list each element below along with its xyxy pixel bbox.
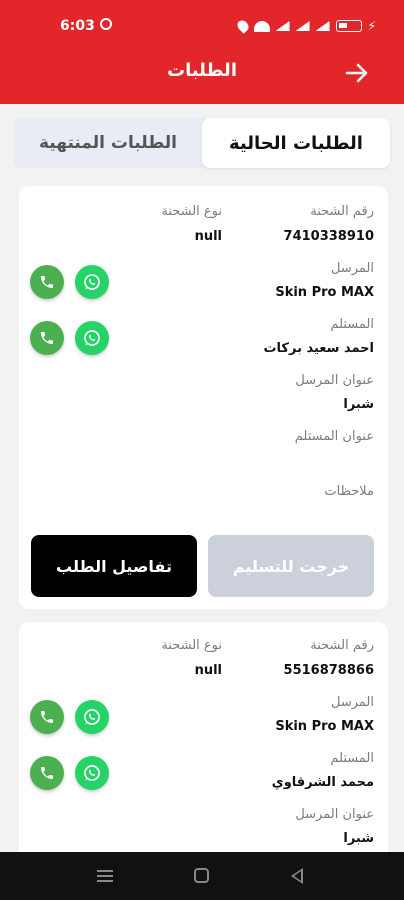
call-recipient-button[interactable] <box>30 321 64 355</box>
sender-name: Skin Pro MAX <box>275 719 374 734</box>
whatsapp-icon <box>84 765 100 781</box>
sender-address: شبرا <box>343 831 374 846</box>
shipment-number: 7410338910 <box>283 229 374 244</box>
status-icons: ⚡ <box>234 18 376 34</box>
app-header: 6:03 ⚡ الطلبات <box>0 0 404 104</box>
battery-icon <box>335 20 362 32</box>
sender-name: Skin Pro MAX <box>275 285 374 300</box>
settings-status-icon <box>100 18 112 30</box>
phone-icon <box>41 767 53 779</box>
system-nav-bar <box>0 852 404 900</box>
whatsapp-sender-button[interactable] <box>75 700 109 734</box>
location-icon <box>234 18 251 34</box>
whatsapp-recipient-button[interactable] <box>75 321 109 355</box>
sender-address: شبرا <box>343 397 374 412</box>
order-details-button[interactable]: تفاصيل الطلب <box>31 535 197 597</box>
orders-tabs: الطلبات الحالية الطلبات المنتهية <box>14 118 390 168</box>
order-card: رقم الشحنة نوع الشحنة 5516878866 null ال… <box>19 622 388 862</box>
sender-label: المرسل <box>331 261 374 276</box>
home-icon[interactable] <box>194 868 209 883</box>
call-recipient-button[interactable] <box>30 756 64 790</box>
phone-icon <box>41 332 53 344</box>
whatsapp-sender-button[interactable] <box>75 265 109 299</box>
signal-icon <box>275 21 290 31</box>
tab-current-orders[interactable]: الطلبات الحالية <box>202 118 390 168</box>
whatsapp-icon <box>84 274 100 290</box>
recipient-label: المستلم <box>330 751 374 766</box>
wifi-icon <box>253 20 270 32</box>
notes-label: ملاحظات <box>324 484 374 499</box>
shipment-type-label: نوع الشحنة <box>161 204 222 219</box>
out-for-delivery-button[interactable]: خرجت للتسليم <box>208 535 374 597</box>
status-bar: 6:03 ⚡ <box>0 0 404 50</box>
sender-address-label: عنوان المرسل <box>295 373 374 388</box>
recipient-address-label: عنوان المستلم <box>294 429 374 444</box>
shipment-number-label: رقم الشحنة <box>310 204 374 219</box>
phone-icon <box>41 276 53 288</box>
call-sender-button[interactable] <box>30 265 64 299</box>
status-time: 6:03 <box>60 18 95 34</box>
recipient-name: احمد سعيد بركات <box>263 341 374 356</box>
tab-finished-orders[interactable]: الطلبات المنتهية <box>14 118 202 168</box>
shipment-type: null <box>194 229 222 244</box>
recent-apps-icon[interactable] <box>97 870 113 882</box>
back-triangle-icon[interactable] <box>291 868 303 884</box>
order-card: رقم الشحنة نوع الشحنة 7410338910 null ال… <box>19 186 388 609</box>
whatsapp-icon <box>84 709 100 725</box>
recipient-label: المستلم <box>330 317 374 332</box>
whatsapp-icon <box>84 330 100 346</box>
phone-icon <box>41 711 53 723</box>
charging-icon: ⚡ <box>367 19 376 33</box>
recipient-name: محمد الشرقاوي <box>271 775 374 790</box>
signal-icon <box>295 21 310 31</box>
whatsapp-recipient-button[interactable] <box>75 756 109 790</box>
call-sender-button[interactable] <box>30 700 64 734</box>
signal-icon <box>315 21 330 31</box>
sender-label: المرسل <box>331 695 374 710</box>
shipment-number-label: رقم الشحنة <box>310 638 374 653</box>
shipment-number: 5516878866 <box>283 663 374 678</box>
shipment-type-label: نوع الشحنة <box>161 638 222 653</box>
arrow-right-icon[interactable] <box>342 58 372 88</box>
sender-address-label: عنوان المرسل <box>295 807 374 822</box>
shipment-type: null <box>194 663 222 678</box>
